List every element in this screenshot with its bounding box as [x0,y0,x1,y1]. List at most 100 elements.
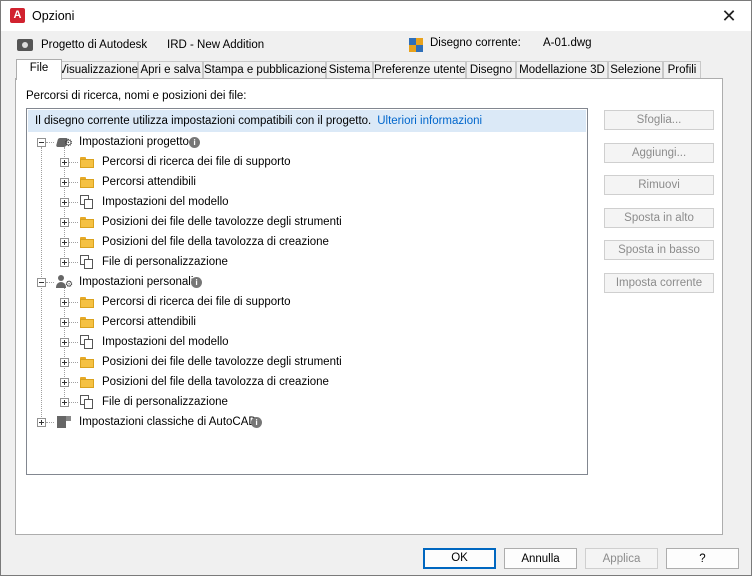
personal-settings-icon: ⚙ [56,275,73,289]
tree-node-template-settings[interactable]: Impostazioni del modello [27,193,587,211]
info-bar: Progetto di Autodesk IRD - New Addition … [1,31,751,58]
expand-toggle[interactable] [60,218,69,227]
folder-icon [80,217,94,228]
files-icon [80,195,94,209]
tab-profili[interactable]: Profili [663,61,701,79]
files-icon [80,395,94,409]
info-icon[interactable]: i [189,137,200,148]
expand-toggle[interactable] [37,418,46,427]
drawing-file-icon [409,38,423,52]
tree-node-customization-files[interactable]: File di personalizzazione [27,253,587,271]
compatibility-banner: Il disegno corrente utilizza impostazion… [28,110,586,132]
tree-label: Impostazioni del modello [102,196,229,208]
tab-modellazione-3d[interactable]: Modellazione 3D [516,61,608,79]
move-down-button[interactable]: Sposta in basso [604,240,714,260]
remove-button[interactable]: Rimuovi [604,175,714,195]
expand-toggle[interactable] [60,398,69,407]
folder-icon [80,297,94,308]
tab-strip: File Visualizzazione Apri e salva Stampa… [16,59,706,80]
tree-node-trusted-paths[interactable]: Percorsi attendibili [27,173,587,191]
tree-label: Percorsi di ricerca dei file di supporto [102,296,291,308]
autodesk-project-icon [17,39,33,51]
help-button[interactable]: ? [666,548,739,569]
move-up-button[interactable]: Sposta in alto [604,208,714,228]
title-bar: A Opzioni ✕ [1,1,751,31]
expand-toggle[interactable] [60,378,69,387]
folder-icon [80,177,94,188]
info-icon[interactable]: i [251,417,262,428]
apply-button[interactable]: Applica [585,548,658,569]
tree-label: Posizioni dei file delle tavolozze degli… [102,356,342,368]
autocad-app-icon: A [10,8,25,23]
tab-disegno[interactable]: Disegno [466,61,516,79]
tree-node-authoring-palette[interactable]: Posizioni del file della tavolozza di cr… [27,373,587,391]
close-button[interactable]: ✕ [707,1,751,31]
expand-toggle[interactable] [60,258,69,267]
project-settings-icon [56,135,73,149]
add-button[interactable]: Aggiungi... [604,143,714,163]
options-dialog: A Opzioni ✕ Progetto di Autodesk IRD - N… [0,0,752,576]
tree-label: Posizioni del file della tavolozza di cr… [102,376,329,388]
files-icon [80,335,94,349]
tree-label: Posizioni dei file delle tavolozze degli… [102,216,342,228]
expand-toggle[interactable] [60,318,69,327]
tree-node-personal-settings[interactable]: ⚙ Impostazioni personali i [27,273,587,291]
folder-icon [80,157,94,168]
tree-label: Impostazioni classiche di AutoCAD [79,416,257,428]
tab-sistema[interactable]: Sistema [326,61,373,79]
expand-toggle[interactable] [60,158,69,167]
expand-toggle[interactable] [60,338,69,347]
tree-node-tool-palettes[interactable]: Posizioni dei file delle tavolozze degli… [27,353,587,371]
current-drawing-label: Disegno corrente: [430,37,521,49]
tab-file[interactable]: File [16,59,62,80]
file-settings-tree[interactable]: Il disegno corrente utilizza impostazion… [26,108,588,475]
banner-text: Il disegno corrente utilizza impostazion… [35,115,372,127]
project-label: Progetto di Autodesk [41,39,148,51]
set-current-button[interactable]: Imposta corrente [604,273,714,293]
tree-node-support-paths[interactable]: Percorsi di ricerca dei file di supporto [27,153,587,171]
tree-label: Impostazioni personali [79,276,194,288]
tree-label: File di personalizzazione [102,396,228,408]
tab-preferenze-utente[interactable]: Preferenze utente [373,61,466,79]
files-icon [80,255,94,269]
folder-icon [80,377,94,388]
tree-node-tool-palettes[interactable]: Posizioni dei file delle tavolozze degli… [27,213,587,231]
classic-settings-icon [57,415,72,429]
info-icon[interactable]: i [191,277,202,288]
expand-toggle[interactable] [60,298,69,307]
tree-node-authoring-palette[interactable]: Posizioni del file della tavolozza di cr… [27,233,587,251]
tree-node-classic-settings[interactable]: Impostazioni classiche di AutoCAD i [27,413,587,431]
expand-toggle[interactable] [60,238,69,247]
tree-label: Impostazioni del modello [102,336,229,348]
tree-label: Percorsi di ricerca dei file di supporto [102,156,291,168]
tree-node-template-settings[interactable]: Impostazioni del modello [27,333,587,351]
folder-icon [80,357,94,368]
folder-icon [80,237,94,248]
tree-node-customization-files[interactable]: File di personalizzazione [27,393,587,411]
collapse-toggle[interactable] [37,138,46,147]
current-drawing-value: A-01.dwg [543,37,592,49]
collapse-toggle[interactable] [37,278,46,287]
tab-visualizzazione[interactable]: Visualizzazione [58,61,138,79]
project-value: IRD - New Addition [167,39,265,51]
tab-selezione[interactable]: Selezione [608,61,663,79]
tree-label: Impostazioni progetto [79,136,189,148]
expand-toggle[interactable] [60,198,69,207]
tree-label: Posizioni del file della tavolozza di cr… [102,236,329,248]
expand-toggle[interactable] [60,358,69,367]
expand-toggle[interactable] [60,178,69,187]
window-title: Opzioni [32,9,75,23]
tab-apri-e-salva[interactable]: Apri e salva [138,61,203,79]
ok-button[interactable]: OK [423,548,496,569]
tree-label: File di personalizzazione [102,256,228,268]
tab-stampa-e-pubblicazione[interactable]: Stampa e pubblicazione [203,61,327,79]
tree-label: Percorsi attendibili [102,176,196,188]
more-info-link[interactable]: Ulteriori informazioni [377,115,482,127]
folder-icon [80,317,94,328]
tree-label: Percorsi attendibili [102,316,196,328]
tree-node-support-paths[interactable]: Percorsi di ricerca dei file di supporto [27,293,587,311]
cancel-button[interactable]: Annulla [504,548,577,569]
browse-button[interactable]: Sfoglia... [604,110,714,130]
tree-node-trusted-paths[interactable]: Percorsi attendibili [27,313,587,331]
tree-node-project-settings[interactable]: Impostazioni progetto i [27,133,587,151]
